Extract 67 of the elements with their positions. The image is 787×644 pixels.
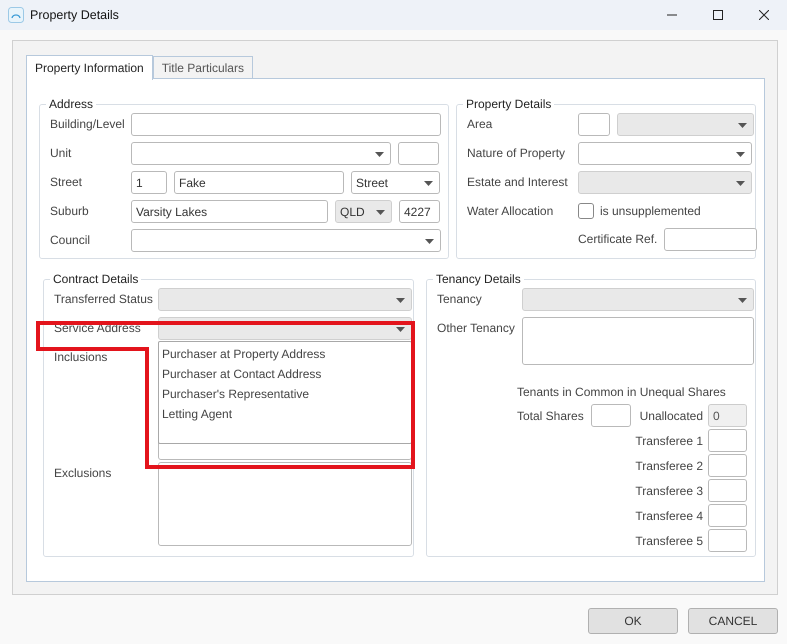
text-field[interactable] — [708, 479, 747, 502]
field-label: Water Allocation — [467, 204, 554, 218]
text-field[interactable] — [708, 429, 747, 452]
checkbox[interactable] — [578, 203, 594, 219]
text-field[interactable]: Fake — [174, 171, 344, 194]
text-field[interactable]: Varsity Lakes — [131, 200, 328, 223]
caret-icon — [396, 298, 405, 303]
close-icon — [759, 10, 769, 20]
field-label: Street — [50, 175, 82, 189]
dropdown-field[interactable] — [578, 142, 752, 165]
dropdown-field[interactable] — [131, 142, 391, 165]
field-label: Transferred Status — [54, 292, 153, 306]
field-label: Transferee 3 — [635, 484, 703, 498]
field-label: Building/Level — [50, 117, 125, 131]
caret-icon — [738, 123, 747, 128]
field-label: Certificate Ref. — [578, 232, 658, 246]
field-label: Other Tenancy — [437, 321, 515, 335]
group-title: Property Details — [465, 97, 552, 111]
text-field[interactable]: 4227 — [399, 200, 440, 223]
field-label: Unit — [50, 146, 72, 160]
section-caption: Tenants in Common in Unequal Shares — [517, 385, 727, 399]
caret-icon — [424, 181, 433, 186]
field-label: Transferee 5 — [635, 534, 703, 548]
field-label: Transferee 1 — [635, 434, 703, 448]
window-title: Property Details — [30, 8, 119, 22]
text-field[interactable] — [708, 504, 747, 527]
group-title: Contract Details — [52, 272, 140, 286]
field-label: Exclusions — [54, 466, 112, 480]
text-field[interactable] — [708, 529, 747, 552]
text-field[interactable] — [131, 113, 441, 136]
tab[interactable]: Title Particulars — [152, 56, 253, 79]
field-label: Total Shares — [517, 408, 584, 422]
field-label: Estate and Interest — [467, 175, 568, 189]
text-field[interactable] — [578, 113, 610, 136]
dialog-button[interactable]: OK — [588, 608, 678, 634]
field-label: Inclusions — [54, 350, 108, 364]
group-title: Tenancy Details — [435, 272, 522, 286]
field-label: Transferee 2 — [635, 458, 703, 472]
text-area[interactable] — [522, 317, 754, 365]
text-field[interactable] — [398, 142, 439, 165]
caret-icon — [425, 239, 434, 244]
checkbox-label: is unsupplemented — [600, 204, 701, 218]
group-title: Address — [48, 97, 94, 111]
caret-icon — [736, 181, 745, 186]
field-label: Transferee 4 — [635, 508, 703, 522]
caret-icon — [736, 152, 745, 157]
field-label: Tenancy — [437, 292, 482, 306]
dropdown-field[interactable]: Street — [351, 171, 440, 194]
dropdown-field[interactable] — [131, 229, 441, 252]
field-label: Council — [50, 233, 90, 247]
text-field[interactable] — [664, 228, 758, 251]
field-label: Nature of Property — [467, 146, 566, 160]
app-icon — [8, 7, 24, 23]
dialog-button[interactable]: CANCEL — [688, 608, 778, 634]
text-field[interactable] — [708, 454, 747, 477]
maximize-icon — [713, 10, 723, 20]
caret-icon — [738, 298, 747, 303]
field-label: Area — [467, 117, 492, 131]
text-field[interactable]: 1 — [131, 171, 167, 194]
text-area[interactable] — [158, 462, 412, 546]
caret-icon — [396, 327, 405, 332]
field-label: Suburb — [50, 204, 89, 218]
tab[interactable]: Property Information — [26, 55, 153, 80]
caret-icon — [376, 210, 385, 215]
caret-icon — [375, 152, 384, 157]
field-label: Unallocated — [640, 408, 703, 422]
text-field[interactable] — [590, 404, 631, 427]
